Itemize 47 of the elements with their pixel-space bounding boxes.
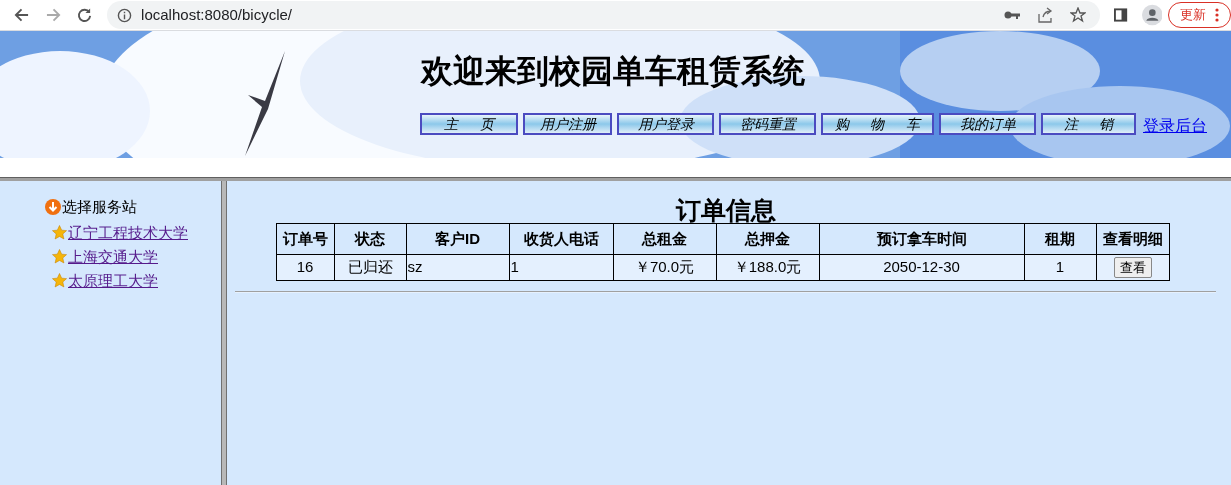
nav-button[interactable]: 用户登录 [617,113,714,135]
star-icon [52,249,67,264]
share-icon[interactable] [1037,7,1054,23]
more-icon[interactable] [1215,8,1220,22]
down-arrow-icon [45,199,61,216]
table-cell: 1 [1024,254,1096,281]
nav-button[interactable]: 购 物 车 [821,113,934,135]
table-cell: ￥188.0元 [716,254,819,281]
orders-title: 订单信息 [674,195,777,225]
table-cell: 1 [509,254,613,281]
nav-button[interactable]: 注 销 [1041,113,1136,135]
profile-avatar[interactable] [1141,4,1163,26]
url-text: localhost:8080/bicycle/ [141,4,293,25]
column-header: 总租金 [613,223,716,255]
nav-button[interactable]: 用户注册 [523,113,612,135]
station-link[interactable]: 上海交通大学 [68,246,158,267]
nav-button[interactable]: 密码重置 [719,113,816,135]
side-panel-icon[interactable] [1114,8,1128,22]
nav-button[interactable]: 主 页 [420,113,518,135]
table-cell: 16 [276,254,334,281]
column-header: 收货人电话 [509,223,613,255]
column-header: 预订拿车时间 [819,223,1024,255]
info-icon[interactable] [117,7,133,23]
address-bar[interactable]: localhost:8080/bicycle/ [107,1,1101,29]
column-header: 查看明细 [1096,223,1169,255]
column-header: 状态 [334,223,406,255]
star-icon [52,225,67,240]
column-header: 订单号 [276,223,334,255]
nav-button[interactable]: 我的订单 [939,113,1036,135]
admin-login-link[interactable]: 登录后台 [1143,117,1207,135]
view-button[interactable]: 查看 [1113,257,1152,279]
star-icon [52,273,67,288]
key-icon[interactable] [1004,10,1021,20]
back-icon[interactable] [14,7,30,23]
table-cell: 2050-12-30 [819,254,1024,281]
table-cell: sz [406,254,509,281]
reload-icon[interactable] [77,7,93,23]
column-header: 租期 [1024,223,1096,255]
table-cell: 已归还 [334,254,406,281]
sidebar-heading: 选择服务站 [62,197,137,217]
station-link[interactable]: 太原理工大学 [68,270,158,291]
station-link[interactable]: 辽宁工程技术大学 [68,222,188,243]
column-header: 总押金 [716,223,819,255]
column-header: 客户ID [406,223,509,255]
star-icon[interactable] [1070,7,1087,23]
table-cell: ￥70.0元 [613,254,716,281]
site-title: 欢迎来到校园单车租赁系统 [421,52,806,91]
